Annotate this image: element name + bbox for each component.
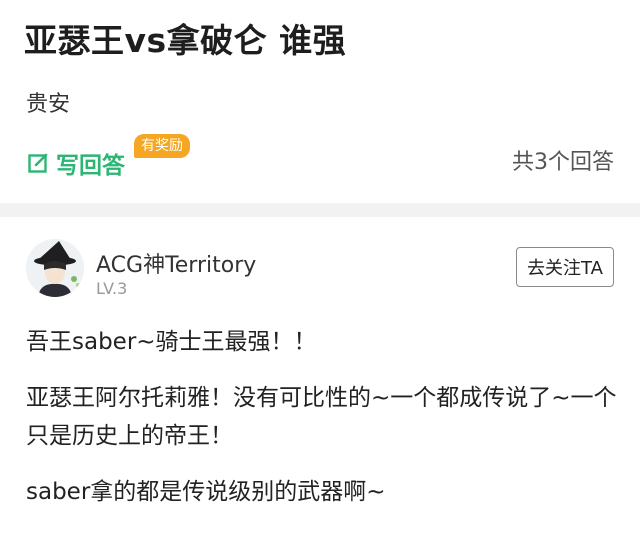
- avatar[interactable]: [26, 239, 84, 297]
- answer-count[interactable]: 共3个回答: [512, 144, 614, 176]
- answer-paragraph: saber拿的都是传说级别的武器啊~: [26, 479, 386, 505]
- witch-avatar-icon: [26, 239, 84, 297]
- section-divider: [0, 203, 640, 217]
- write-answer-button[interactable]: 写回答: [28, 146, 125, 180]
- follow-button[interactable]: 去关注TA: [516, 247, 614, 287]
- question-description: 贵安: [26, 92, 71, 117]
- edit-icon: [28, 153, 48, 173]
- answer-paragraph: 亚瑟王阿尔托莉雅！没有可比性的~一个都成传说了~一个只是历史上的帝王！: [26, 385, 617, 449]
- write-answer-label: 写回答: [56, 153, 125, 179]
- question-title: 亚瑟王vs拿破仑 谁强: [24, 21, 347, 60]
- answer-content: 吾王saber~骑士王最强！！ 亚瑟王阿尔托莉雅！没有可比性的~一个都成传说了~…: [26, 323, 620, 529]
- user-name[interactable]: ACG神Territory: [96, 247, 256, 279]
- reward-badge: 有奖励: [134, 134, 190, 158]
- answer-paragraph: 吾王saber~骑士王最强！！: [26, 329, 317, 355]
- question-section: 亚瑟王vs拿破仑 谁强 贵安 写回答 有奖励 共3个回答: [0, 0, 640, 203]
- answer-card: ACG神Territory LV.3 去关注TA 吾王saber~骑士王最强！！…: [0, 217, 640, 552]
- user-level: LV.3: [96, 279, 128, 298]
